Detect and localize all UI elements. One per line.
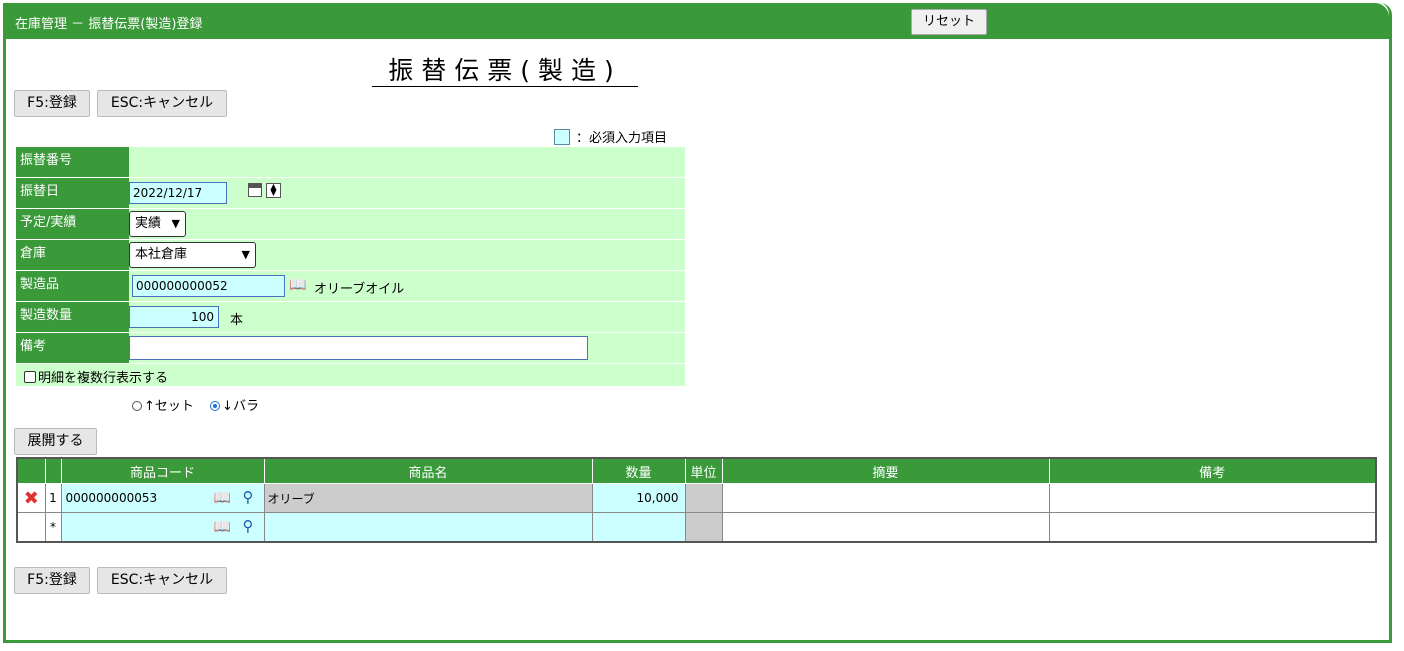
row-plan-actual: 予定/実績 実績 ▼	[16, 209, 685, 240]
transfer-date-input[interactable]: 2022/12/17	[129, 182, 227, 204]
register-button-bottom[interactable]: F5:登録	[14, 567, 90, 594]
required-color-swatch	[554, 129, 570, 145]
item-code-cell[interactable]: 📖 ⚲	[60, 512, 265, 543]
required-legend-text: ：必須入力項目	[576, 131, 668, 146]
memo-input[interactable]	[129, 336, 588, 360]
book-icon[interactable]: 📖	[214, 519, 232, 535]
row-transfer-date: 振替日 2022/12/17 ▲ ▼	[16, 178, 685, 209]
cancel-button[interactable]: ESC:キャンセル	[97, 90, 227, 117]
item-name-cell[interactable]	[263, 512, 593, 543]
header-form: 振替番号 振替日 2022/12/17 ▲ ▼ 予定/実績 実績 ▼ 倉庫 本社倉庫…	[16, 147, 685, 387]
plan-actual-selected: 実績	[135, 216, 162, 231]
row-quantity: 製造数量 100 本	[16, 302, 685, 333]
app-title: 在庫管理 － 振替伝票(製造)登録	[15, 17, 203, 32]
quantity-unit: 本	[230, 313, 244, 328]
expand-mode-radios: ↑セット ↓バラ	[132, 395, 259, 414]
item-unit-cell	[684, 512, 723, 543]
expand-button[interactable]: 展開する	[14, 428, 97, 455]
memo-label: 備考	[16, 333, 129, 363]
chevron-down-icon: ▼	[171, 217, 180, 230]
radio-set[interactable]	[132, 401, 142, 411]
row-transfer-no: 振替番号	[16, 147, 685, 178]
col-summary-header: 摘要	[721, 457, 1050, 484]
required-legend: ：必須入力項目	[554, 127, 667, 146]
table-row: ✖ 1 000000000053 📖 ⚲ オリーブ 10,000	[16, 483, 1377, 513]
item-memo-cell[interactable]	[1048, 483, 1377, 513]
radio-bara[interactable]	[210, 401, 221, 411]
item-code-value: 000000000053	[65, 491, 158, 505]
product-name: オリーブオイル	[314, 282, 405, 297]
multi-row-checkbox-wrap[interactable]: 明細を複数行表示する	[24, 367, 168, 386]
delete-cell-empty	[16, 512, 46, 543]
transfer-no-label: 振替番号	[16, 147, 129, 177]
search-icon[interactable]: ⚲	[243, 518, 259, 534]
row-number: 1	[44, 483, 62, 513]
radio-set-label: ↑セット	[144, 399, 194, 414]
radio-bara-label: ↓バラ	[222, 399, 259, 414]
date-spinner-icon[interactable]: ▲ ▼	[266, 183, 281, 198]
table-header-row: 商品コード 商品名 数量 単位 摘要 備考	[16, 457, 1377, 484]
col-unit-header: 単位	[684, 457, 723, 484]
item-code-cell[interactable]: 000000000053 📖 ⚲	[60, 483, 265, 513]
item-name-cell: オリーブ	[263, 483, 593, 513]
item-memo-cell[interactable]	[1048, 512, 1377, 543]
row-memo: 備考	[16, 333, 685, 364]
item-summary-cell[interactable]	[721, 512, 1050, 543]
row-multi-line: 明細を複数行表示する	[16, 364, 685, 387]
table-row: * 📖 ⚲	[16, 512, 1377, 543]
chevron-down-icon: ▼	[241, 248, 250, 261]
row-number: *	[44, 512, 62, 543]
item-unit-cell	[684, 483, 723, 513]
plan-actual-select[interactable]: 実績 ▼	[129, 211, 186, 237]
multi-row-label: 明細を複数行表示する	[38, 371, 169, 386]
col-no-header	[44, 457, 62, 484]
delete-row-icon[interactable]: ✖	[16, 483, 46, 513]
book-icon[interactable]: 📖	[214, 490, 232, 506]
col-delete-header	[16, 457, 46, 484]
search-icon[interactable]: ⚲	[243, 489, 259, 505]
warehouse-selected: 本社倉庫	[135, 247, 188, 262]
detail-table: 商品コード 商品名 数量 単位 摘要 備考 ✖ 1 000000000053 📖…	[16, 457, 1377, 543]
warehouse-select[interactable]: 本社倉庫 ▼	[129, 242, 256, 268]
book-icon[interactable]: 📖	[289, 277, 307, 293]
item-summary-cell[interactable]	[721, 483, 1050, 513]
item-qty-cell[interactable]	[591, 512, 686, 543]
item-qty-cell[interactable]: 10,000	[591, 483, 686, 513]
calendar-icon[interactable]	[248, 183, 262, 197]
transfer-date-label: 振替日	[16, 178, 129, 208]
col-name-header: 商品名	[263, 457, 593, 484]
cancel-button-bottom[interactable]: ESC:キャンセル	[97, 567, 227, 594]
warehouse-label: 倉庫	[16, 240, 129, 270]
col-memo-header: 備考	[1048, 457, 1377, 484]
col-code-header: 商品コード	[60, 457, 265, 484]
multi-row-checkbox[interactable]	[24, 371, 36, 383]
page-title: 振替伝票(製造)	[372, 56, 638, 87]
col-qty-header: 数量	[591, 457, 686, 484]
title-bar: 在庫管理 － 振替伝票(製造)登録 リセット	[3, 3, 1389, 39]
plan-actual-label: 予定/実績	[16, 209, 129, 239]
quantity-label: 製造数量	[16, 302, 129, 332]
quantity-input[interactable]: 100	[129, 306, 219, 328]
register-button[interactable]: F5:登録	[14, 90, 90, 117]
row-warehouse: 倉庫 本社倉庫 ▼	[16, 240, 685, 271]
product-code-input[interactable]: 000000000052	[132, 275, 285, 297]
product-label: 製造品	[16, 271, 129, 301]
reset-button[interactable]: リセット	[911, 9, 987, 35]
row-product: 製造品 000000000052 📖 オリーブオイル	[16, 271, 685, 302]
